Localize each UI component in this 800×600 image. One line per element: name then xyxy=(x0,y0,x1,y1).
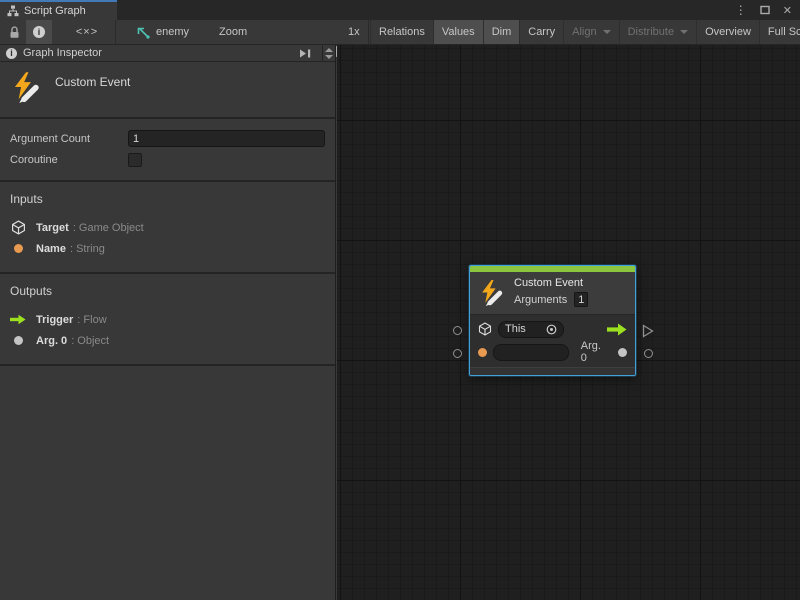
zoom-label: Zoom xyxy=(219,20,247,44)
node-title: Custom Event xyxy=(514,277,588,289)
scroll-down-icon[interactable] xyxy=(325,55,333,59)
outputs-header: Outputs xyxy=(10,284,325,298)
string-port-icon[interactable] xyxy=(478,348,487,357)
inspector-toggle-button[interactable]: i xyxy=(26,20,52,44)
title-bar: Script Graph ⋮ ✕ xyxy=(0,0,800,20)
flow-arrow-icon xyxy=(10,314,26,325)
event-settings-section: Argument Count Coroutine xyxy=(0,119,335,182)
node-footer xyxy=(470,367,635,375)
object-port-icon xyxy=(14,336,23,345)
outputs-section: Outputs Trigger: Flow Arg. 0: Object xyxy=(0,274,335,366)
graph-name: enemy xyxy=(156,26,189,38)
graph-pointer-icon xyxy=(136,26,150,39)
input-row-name: Name: String xyxy=(10,238,325,259)
node-flow-output-port[interactable] xyxy=(642,324,654,338)
game-object-cube-icon xyxy=(478,322,492,336)
node-arguments-field[interactable]: 1 xyxy=(574,292,588,307)
event-title: Custom Event xyxy=(55,75,130,89)
overview-button[interactable]: Overview xyxy=(696,20,759,44)
toolbar-divider xyxy=(368,20,369,44)
code-view-button[interactable]: <×> xyxy=(66,20,108,44)
object-port-icon[interactable] xyxy=(618,348,627,357)
distribute-dropdown[interactable]: Distribute xyxy=(619,20,696,44)
game-object-cube-icon xyxy=(10,220,26,235)
dim-button[interactable]: Dim xyxy=(483,20,520,44)
argument-count-input[interactable] xyxy=(128,130,325,147)
relations-button[interactable]: Relations xyxy=(370,20,433,44)
inputs-header: Inputs xyxy=(10,192,325,206)
zoom-value: 1x xyxy=(348,20,360,44)
close-icon[interactable]: ✕ xyxy=(783,4,792,17)
maximize-icon[interactable] xyxy=(760,5,770,15)
info-icon: i xyxy=(6,48,17,59)
custom-event-icon xyxy=(478,279,505,306)
toolbar-divider xyxy=(115,20,116,44)
window-menu-icon[interactable]: ⋮ xyxy=(735,4,747,16)
chevron-down-icon xyxy=(603,30,611,34)
node-input-port-1[interactable] xyxy=(453,326,462,335)
graph-tab-icon xyxy=(7,5,19,17)
node-arguments-label: Arguments xyxy=(514,294,567,306)
graph-breadcrumb[interactable]: enemy xyxy=(136,20,189,44)
string-port-icon xyxy=(14,244,23,253)
target-object-field[interactable]: This xyxy=(498,321,564,338)
custom-event-node[interactable]: Custom Event Arguments 1 This xyxy=(469,265,636,376)
scroll-up-icon[interactable] xyxy=(325,48,333,52)
object-picker-icon[interactable] xyxy=(546,324,557,335)
input-row-target: Target: Game Object xyxy=(10,217,325,238)
argument-count-label: Argument Count xyxy=(10,133,128,145)
event-header-section: Custom Event xyxy=(0,62,335,119)
inspector-title: Graph Inspector xyxy=(23,47,289,59)
node-output-port-2[interactable] xyxy=(644,349,653,358)
graph-inspector-panel: i Graph Inspector Custom Event Argument … xyxy=(0,45,336,600)
node-input-port-2[interactable] xyxy=(453,349,462,358)
dock-panel-icon[interactable] xyxy=(295,48,316,59)
values-button[interactable]: Values xyxy=(433,20,483,44)
graph-canvas[interactable]: Custom Event Arguments 1 This xyxy=(337,45,800,600)
tab-title: Script Graph xyxy=(24,5,86,17)
full-screen-button[interactable]: Full Screen xyxy=(759,20,800,44)
node-body: This Arg. 0 xyxy=(470,314,635,367)
trigger-flow-port-icon[interactable] xyxy=(606,323,627,336)
node-header[interactable]: Custom Event Arguments 1 xyxy=(470,272,635,314)
arg0-output-label: Arg. 0 xyxy=(581,340,610,364)
output-row-arg0: Arg. 0: Object xyxy=(10,330,325,351)
inspector-header: i Graph Inspector xyxy=(0,45,335,62)
inputs-section: Inputs Target: Game Object Name: String xyxy=(0,182,335,274)
custom-event-icon xyxy=(10,71,42,103)
coroutine-checkbox[interactable] xyxy=(128,153,142,167)
lock-button[interactable] xyxy=(2,20,26,44)
output-row-trigger: Trigger: Flow xyxy=(10,309,325,330)
chevron-down-icon xyxy=(680,30,688,34)
code-icon: <×> xyxy=(76,26,98,38)
panel-scroll-spinner[interactable] xyxy=(322,45,335,62)
toolbar-button-group: Relations Values Dim Carry Align Distrib… xyxy=(370,20,800,44)
info-icon: i xyxy=(33,26,45,38)
carry-button[interactable]: Carry xyxy=(519,20,563,44)
event-name-field[interactable] xyxy=(493,344,569,361)
lock-icon xyxy=(9,26,20,39)
align-dropdown[interactable]: Align xyxy=(563,20,618,44)
graph-toolbar: i <×> enemy Zoom 1x Relations Values Dim… xyxy=(0,20,800,45)
tab-script-graph[interactable]: Script Graph xyxy=(0,0,117,20)
coroutine-label: Coroutine xyxy=(10,154,128,166)
